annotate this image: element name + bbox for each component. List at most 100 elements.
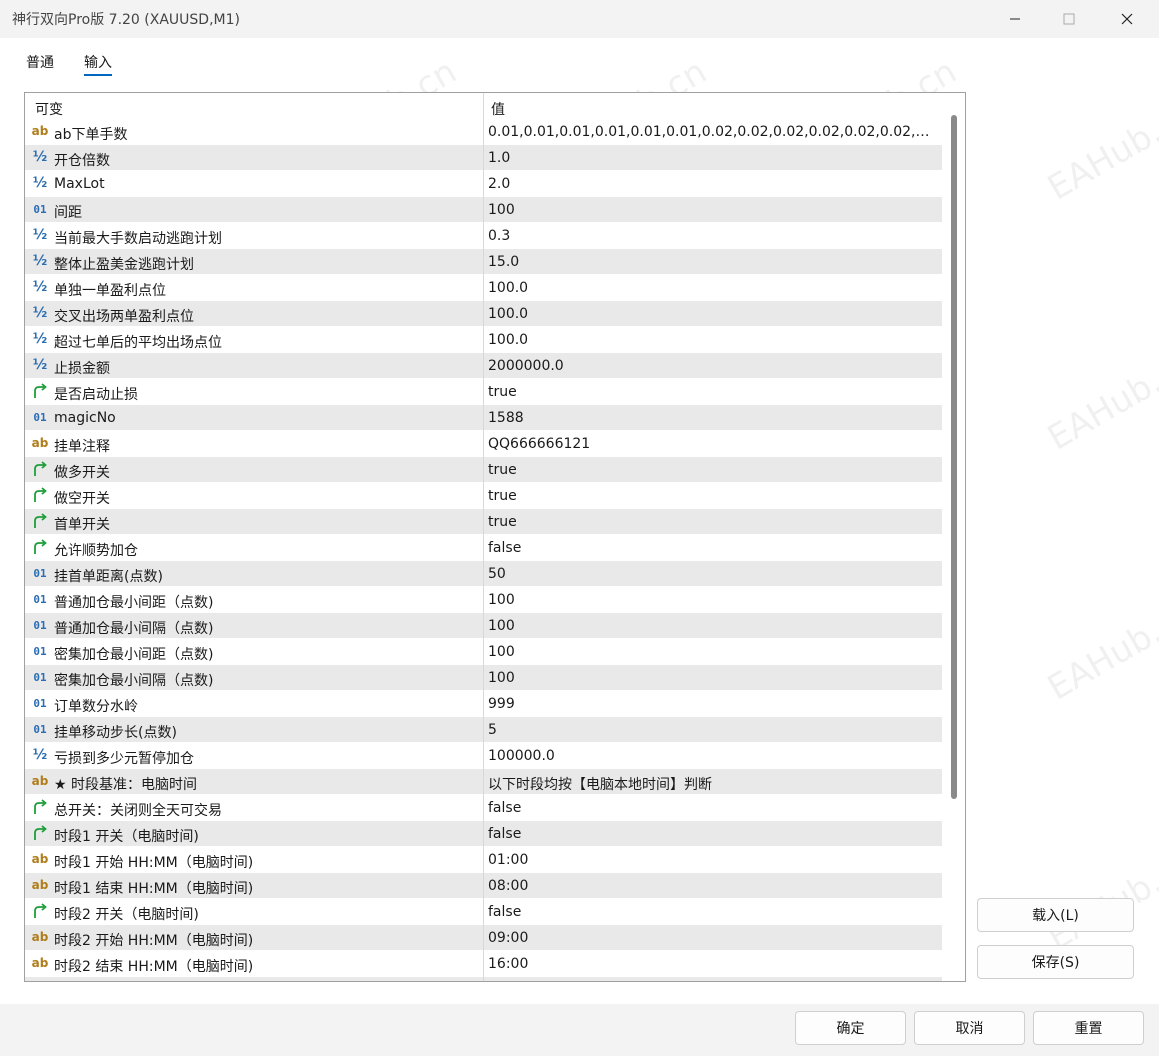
- bool-type-icon: [31, 461, 49, 477]
- maximize-button[interactable]: [1046, 4, 1092, 34]
- double-type-icon: ½: [32, 175, 48, 191]
- string-type-icon: ab: [31, 956, 49, 970]
- param-name: 普通加仓最小间隔（点数): [54, 621, 214, 637]
- param-value[interactable]: 2000000.0: [488, 358, 938, 374]
- double-type-icon: ½: [32, 747, 48, 763]
- integer-type-icon: 01: [33, 670, 47, 684]
- param-name: 整体止盈美金逃跑计划: [54, 257, 194, 273]
- tab-general[interactable]: 普通: [26, 52, 54, 72]
- param-value[interactable]: 08:00: [488, 878, 938, 894]
- param-name: 止损金额: [54, 361, 110, 377]
- inputs-grid[interactable]: 可变 值 ab ab下单手数 0.01,0.01,0.01,0.01,0.01,0.…: [24, 92, 966, 982]
- param-value[interactable]: 100: [488, 670, 938, 686]
- param-name: 间距: [54, 205, 82, 221]
- param-name: 挂单注释: [54, 439, 110, 455]
- param-value[interactable]: 1.0: [488, 150, 938, 166]
- string-type-icon: ab: [31, 852, 49, 866]
- param-value[interactable]: false: [488, 540, 938, 556]
- ok-button[interactable]: 确定: [795, 1011, 906, 1045]
- param-name: 首单开关: [54, 517, 110, 533]
- bool-type-icon: [31, 487, 49, 503]
- reset-button[interactable]: 重置: [1033, 1011, 1144, 1045]
- tab-bar: 普通 输入: [0, 38, 1159, 78]
- header-value: 值: [491, 102, 505, 118]
- param-value[interactable]: 2.0: [488, 176, 938, 192]
- integer-type-icon: 01: [33, 592, 47, 606]
- param-value[interactable]: 0.3: [488, 228, 938, 244]
- param-value[interactable]: 100.0: [488, 280, 938, 296]
- window-title: 神行双向Pro版 7.20 (XAUUSD,M1): [12, 12, 240, 28]
- integer-type-icon: 01: [33, 566, 47, 580]
- param-value[interactable]: 100.0: [488, 332, 938, 348]
- param-value[interactable]: false: [488, 826, 938, 842]
- param-name: 挂首单距离(点数): [54, 569, 163, 585]
- cancel-button[interactable]: 取消: [914, 1011, 1025, 1045]
- param-name: 普通加仓最小间距（点数): [54, 595, 214, 611]
- param-name: 时段1 结束 HH:MM（电脑时间): [54, 881, 254, 897]
- bool-type-icon: [31, 383, 49, 399]
- param-name: ab下单手数: [54, 127, 128, 143]
- close-icon: [1121, 13, 1133, 25]
- string-type-icon: ab: [31, 930, 49, 944]
- param-value[interactable]: true: [488, 462, 938, 478]
- param-value[interactable]: 100.0: [488, 306, 938, 322]
- integer-type-icon: 01: [33, 202, 47, 216]
- param-name: 时段1 开始 HH:MM（电脑时间): [54, 855, 254, 871]
- param-value[interactable]: 100: [488, 644, 938, 660]
- integer-type-icon: 01: [33, 722, 47, 736]
- integer-type-icon: 01: [33, 618, 47, 632]
- param-name: 密集加仓最小间隔（点数): [54, 673, 214, 689]
- tab-inputs[interactable]: 输入: [84, 52, 112, 76]
- load-button[interactable]: 载入(L): [977, 898, 1134, 932]
- double-type-icon: ½: [32, 305, 48, 321]
- param-name: 时段1 开关（电脑时间): [54, 829, 199, 845]
- param-value[interactable]: true: [488, 514, 938, 530]
- double-type-icon: ½: [32, 331, 48, 347]
- param-value[interactable]: 100: [488, 618, 938, 634]
- param-value[interactable]: 5: [488, 722, 938, 738]
- param-name: 做空开关: [54, 491, 110, 507]
- double-type-icon: ½: [32, 149, 48, 165]
- save-button[interactable]: 保存(S): [977, 945, 1134, 979]
- param-value[interactable]: false: [488, 904, 938, 920]
- bool-type-icon: [31, 825, 49, 841]
- param-name: 时段2 开始 HH:MM（电脑时间): [54, 933, 254, 949]
- integer-type-icon: 01: [33, 410, 47, 424]
- param-name: 亏损到多少元暂停加仓: [54, 751, 194, 767]
- param-name: 交叉出场两单盈利点位: [54, 309, 194, 325]
- param-value[interactable]: 0.01,0.01,0.01,0.01,0.01,0.01,0.02,0.02,…: [488, 124, 938, 140]
- param-value[interactable]: 01:00: [488, 852, 938, 868]
- param-name: 挂单移动步长(点数): [54, 725, 177, 741]
- param-value[interactable]: 1588: [488, 410, 938, 426]
- header-variable: 可变: [35, 102, 63, 118]
- param-value[interactable]: 16:00: [488, 956, 938, 972]
- column-divider[interactable]: [483, 93, 484, 981]
- param-name: 做多开关: [54, 465, 110, 481]
- param-value[interactable]: true: [488, 384, 938, 400]
- param-value[interactable]: true: [488, 488, 938, 504]
- param-value[interactable]: false: [488, 800, 938, 816]
- param-name: 时段2 结束 HH:MM（电脑时间): [54, 959, 254, 975]
- close-button[interactable]: [1104, 4, 1150, 34]
- param-value[interactable]: QQ666666121: [488, 436, 938, 452]
- integer-type-icon: 01: [33, 696, 47, 710]
- double-type-icon: ½: [32, 279, 48, 295]
- param-value[interactable]: 09:00: [488, 930, 938, 946]
- vertical-scrollbar[interactable]: [951, 115, 957, 799]
- param-value[interactable]: 100: [488, 202, 938, 218]
- param-value[interactable]: 100: [488, 592, 938, 608]
- param-value[interactable]: 100000.0: [488, 748, 938, 764]
- double-type-icon: ½: [32, 227, 48, 243]
- bool-type-icon: [31, 513, 49, 529]
- string-type-icon: ab: [31, 124, 49, 138]
- param-value[interactable]: 50: [488, 566, 938, 582]
- param-name: 开仓倍数: [54, 153, 110, 169]
- bool-type-icon: [31, 903, 49, 919]
- param-value[interactable]: 15.0: [488, 254, 938, 270]
- param-value[interactable]: 999: [488, 696, 938, 712]
- bool-type-icon: [31, 799, 49, 815]
- param-value[interactable]: 以下时段均按【电脑本地时间】判断: [488, 774, 938, 794]
- string-type-icon: ab: [31, 878, 49, 892]
- minimize-button[interactable]: [992, 4, 1038, 34]
- param-name: 是否启动止损: [54, 387, 138, 403]
